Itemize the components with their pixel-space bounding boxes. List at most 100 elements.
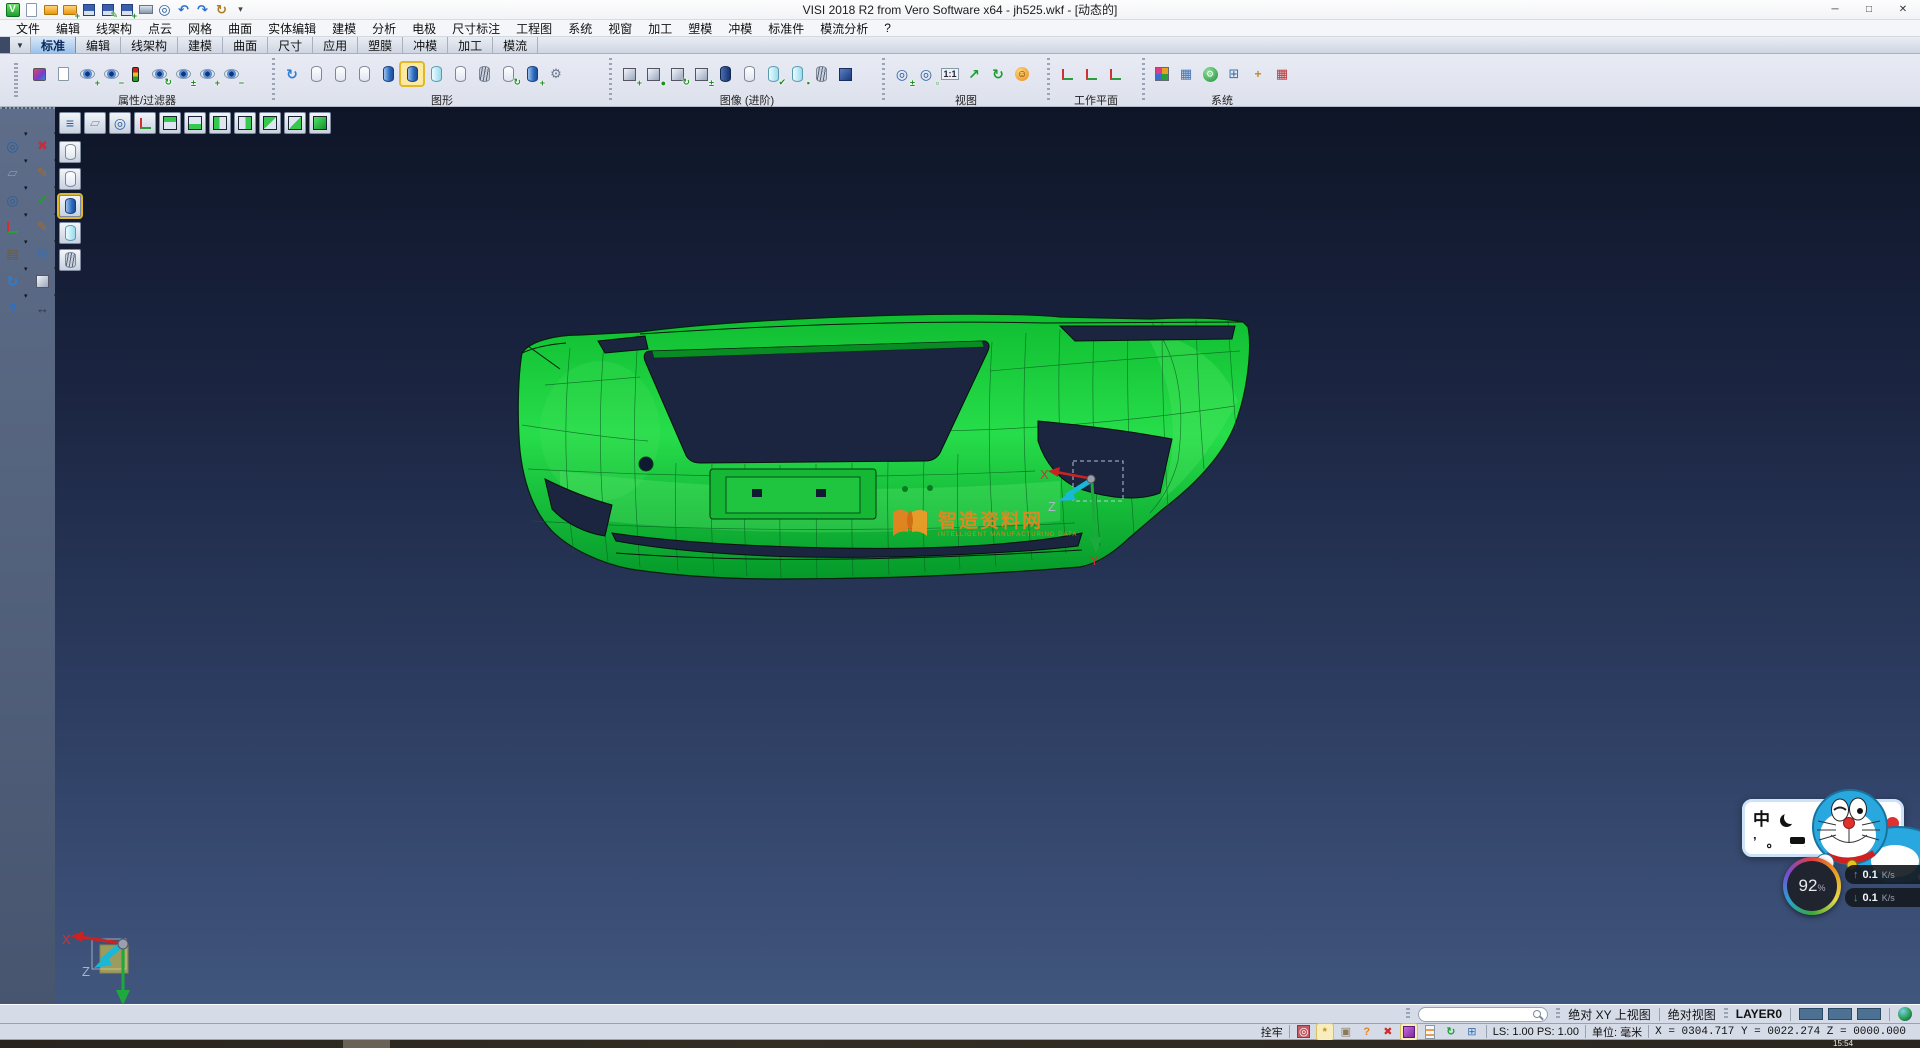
ghost-cylinder-icon[interactable] — [449, 63, 471, 85]
solids-toggle-icon[interactable]: ± — [690, 63, 712, 85]
solids-refresh-icon[interactable]: ↻ — [666, 63, 688, 85]
zoom-search-icon[interactable]: ◎ — [2, 135, 24, 157]
active-layer-label[interactable]: LAYER0 — [1736, 1007, 1782, 1021]
menu-item[interactable]: 标准件 — [760, 20, 812, 37]
clamp-mode-icon[interactable]: ◎ — [1296, 1024, 1312, 1040]
regen-graphics-icon[interactable]: ↻ — [281, 63, 303, 85]
wireframe-view-icon[interactable] — [738, 63, 760, 85]
toolbar-tab[interactable]: 加工 — [448, 37, 493, 53]
copy-graphics-icon[interactable]: + — [521, 63, 543, 85]
solids-show-icon[interactable]: + — [618, 63, 640, 85]
workplane-create-icon[interactable] — [1056, 63, 1078, 85]
toolbar-tab[interactable]: 建模 — [178, 37, 223, 53]
edit-curve-icon[interactable]: ✎ — [32, 162, 54, 184]
toolbar-tab[interactable]: 模流 — [493, 37, 538, 53]
hide-all-icon[interactable]: − — [220, 63, 242, 85]
new-file-icon[interactable] — [23, 1, 40, 18]
tab-dropdown-icon[interactable]: ▼ — [10, 37, 30, 53]
layer-column-icon[interactable] — [1422, 1024, 1438, 1040]
color-swatch[interactable] — [1857, 1008, 1881, 1020]
hidden-line-cylinder-icon[interactable] — [329, 63, 351, 85]
system-settings-icon[interactable]: ⚙ — [1199, 63, 1221, 85]
pan-view-icon[interactable]: ↗ — [963, 63, 985, 85]
shaded-edges-cylinder-icon[interactable] — [401, 63, 423, 85]
ime-punct-label[interactable]: ’ — [1753, 834, 1757, 849]
toolbar-tab[interactable]: 线架构 — [121, 37, 178, 53]
toolbar-tab[interactable]: 尺寸 — [268, 37, 313, 53]
mesh-view-icon[interactable] — [810, 63, 832, 85]
rotate-view-icon[interactable]: ↻ — [987, 63, 1009, 85]
ime-moon-icon[interactable] — [1784, 811, 1797, 824]
view-mode-label[interactable]: 绝对 XY 上视图 — [1568, 1006, 1650, 1023]
menu-item[interactable]: 系统 — [560, 20, 600, 37]
visi-logo[interactable]: V — [4, 1, 21, 18]
view-cube-iso-icon[interactable] — [309, 112, 331, 134]
window-grid-icon[interactable]: ⊞ — [1464, 1024, 1480, 1040]
zoom-actual-icon[interactable]: 1:1 — [939, 63, 961, 85]
absolute-view-label[interactable]: 绝对视图 — [1668, 1006, 1716, 1023]
show-all-icon[interactable]: + — [196, 63, 218, 85]
ime-language-label[interactable]: 中 — [1753, 805, 1770, 830]
visibility-filter-icon[interactable] — [124, 63, 146, 85]
menu-item[interactable]: 网格 — [180, 20, 220, 37]
window-settings-icon[interactable]: ⊞ — [1223, 63, 1245, 85]
menu-item[interactable]: 塑模 — [680, 20, 720, 37]
auto-refresh-icon[interactable]: ↻ — [1443, 1024, 1459, 1040]
ime-period-label[interactable]: 。 — [1767, 832, 1780, 851]
render-wireframe-icon[interactable] — [59, 141, 81, 163]
menu-item[interactable]: 建模 — [324, 20, 364, 37]
menu-item[interactable]: 视窗 — [600, 20, 640, 37]
attribute-paint-icon[interactable] — [28, 63, 50, 85]
mesh-cylinder-icon[interactable] — [473, 63, 495, 85]
render-transparent-icon[interactable] — [59, 222, 81, 244]
menu-item[interactable]: 文件 — [8, 20, 48, 37]
window-tile-icon[interactable]: ⊞ — [32, 243, 54, 265]
view-cube-front-icon[interactable] — [209, 112, 231, 134]
status-grip[interactable] — [1724, 1008, 1728, 1020]
menu-item[interactable]: 冲模 — [720, 20, 760, 37]
command-search-input[interactable] — [1418, 1007, 1548, 1022]
render-hidden-line-icon[interactable] — [59, 168, 81, 190]
annotate-shading-icon[interactable]: ▪ — [786, 63, 808, 85]
view-cube-top-icon[interactable] — [159, 112, 181, 134]
globe-status-icon[interactable] — [1898, 1007, 1912, 1021]
workplane-edit-icon[interactable] — [1080, 63, 1102, 85]
view-cube-left-icon[interactable] — [259, 112, 281, 134]
graphics-settings-icon[interactable]: ⚙ — [545, 63, 567, 85]
open-file-icon[interactable] — [42, 1, 59, 18]
render-shaded-icon[interactable] — [59, 195, 81, 217]
delete-entity-icon[interactable]: ✖ — [32, 135, 54, 157]
history-icon[interactable]: ↻ — [213, 1, 230, 18]
qat-more-icon[interactable]: ▾ — [232, 1, 249, 18]
menu-item[interactable]: 工程图 — [508, 20, 560, 37]
menu-item[interactable]: ? — [876, 21, 899, 35]
measure-distance-icon[interactable]: ↔ — [32, 297, 54, 319]
viewbar-menu-icon[interactable]: ≡ — [59, 112, 81, 134]
render-mesh-icon[interactable] — [59, 249, 81, 271]
3d-viewport[interactable]: X Y Z X Y Z — [55, 107, 1920, 1004]
snap-settings-icon[interactable]: + — [1247, 63, 1269, 85]
confirm-check-icon[interactable]: ✔ — [32, 189, 54, 211]
workplane-solid-icon[interactable] — [1401, 1024, 1417, 1040]
menu-item[interactable]: 线架构 — [88, 20, 140, 37]
toolbar-tab[interactable]: 标准 — [30, 37, 76, 53]
zoom-in-out-icon[interactable]: ◎± — [891, 63, 913, 85]
attribute-copy-icon[interactable] — [52, 63, 74, 85]
wireframe-cylinder-icon[interactable] — [305, 63, 327, 85]
viewbar-ucs-icon[interactable] — [134, 112, 156, 134]
attributes-palette-icon[interactable]: ▤ — [2, 243, 24, 265]
transparent-cylinder-icon[interactable] — [425, 63, 447, 85]
refresh-view-icon[interactable]: ↻ — [2, 270, 24, 292]
view-cube-right-icon[interactable] — [284, 112, 306, 134]
view-cube-bottom-icon[interactable] — [184, 112, 206, 134]
selection-plane-icon[interactable]: ▱ — [2, 162, 24, 184]
show-entities-icon[interactable]: + — [76, 63, 98, 85]
validate-shading-icon[interactable]: ✔ — [762, 63, 784, 85]
query-help-icon[interactable]: ? — [1359, 1024, 1375, 1040]
menu-item[interactable]: 模流分析 — [812, 20, 876, 37]
print-icon[interactable] — [137, 1, 154, 18]
undo-icon[interactable]: ↶ — [175, 1, 192, 18]
toolbar-tab[interactable]: 塑膜 — [358, 37, 403, 53]
solids-filter-icon[interactable]: ● — [642, 63, 664, 85]
toolbar-tab[interactable]: 冲模 — [403, 37, 448, 53]
